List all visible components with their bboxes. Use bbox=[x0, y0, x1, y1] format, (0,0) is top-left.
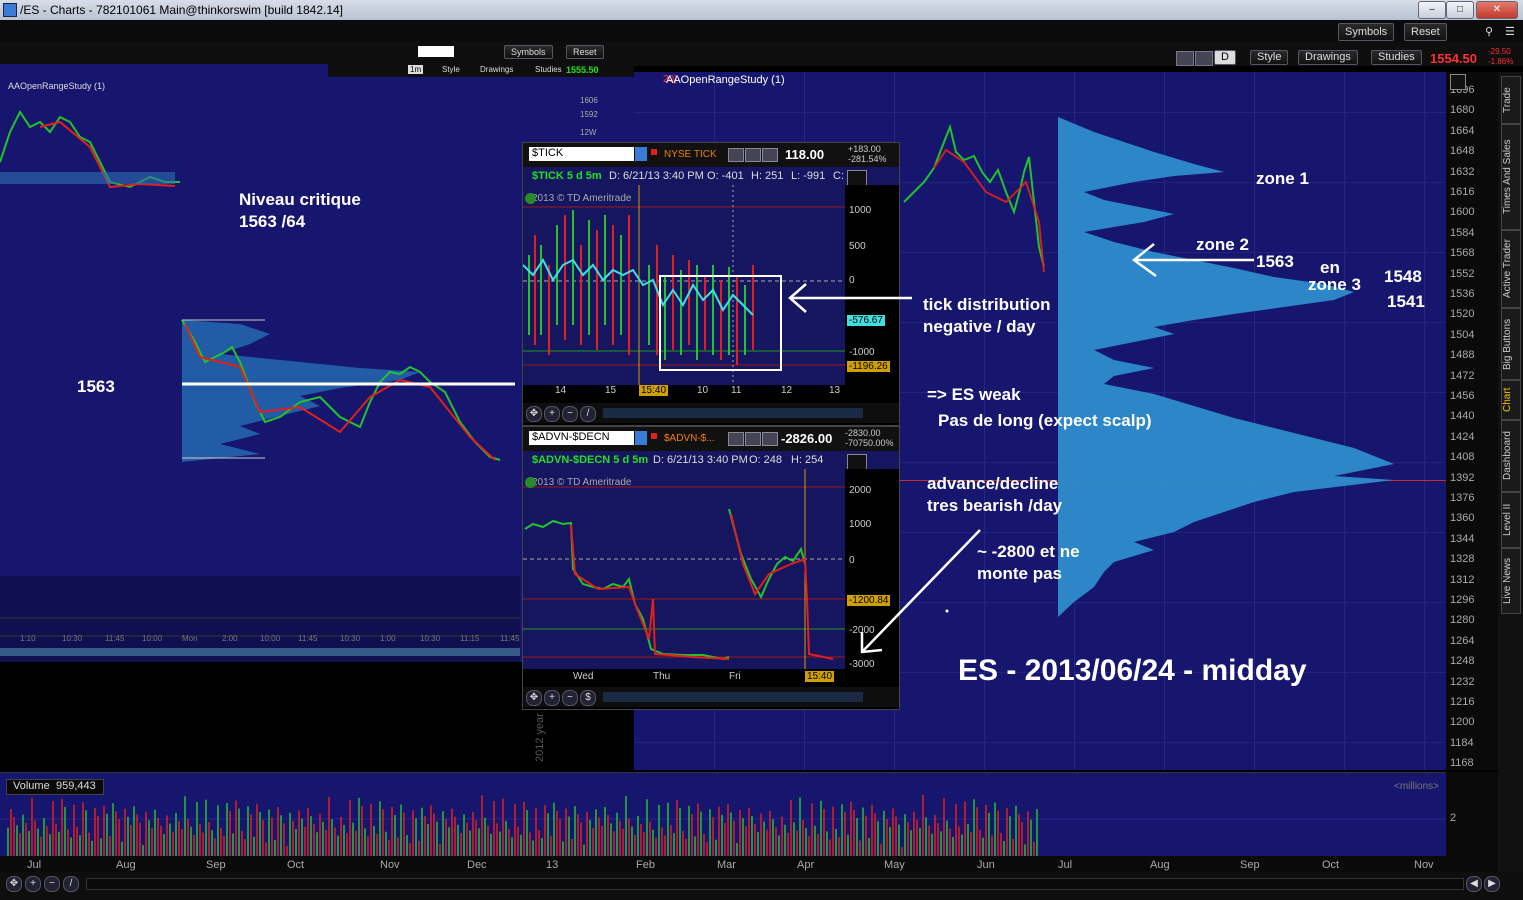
annotation-pas-de-long: Pas de long (expect scalp) bbox=[938, 411, 1152, 430]
annotation-zone2-1563: 1563 bbox=[1256, 252, 1294, 271]
volume-value: 959,443 bbox=[56, 780, 96, 792]
annotation-advance-decline: advance/decline bbox=[927, 474, 1059, 493]
side-tab-times-and-sales[interactable]: Times And Sales bbox=[1501, 124, 1521, 230]
side-tab-dashboard[interactable]: Dashboard bbox=[1501, 420, 1521, 492]
price-tick: 1248 bbox=[1450, 655, 1475, 668]
annotation-zone2: zone 2 bbox=[1196, 235, 1249, 254]
x-tick: 13 bbox=[546, 859, 559, 871]
menu-icon[interactable]: ☰ bbox=[1505, 25, 1515, 38]
price-tick: 1648 bbox=[1450, 145, 1475, 158]
price-tick: 1296 bbox=[1450, 594, 1475, 606]
volume-axis: 2 bbox=[1446, 772, 1498, 872]
annotation-niveau: Niveau critique bbox=[239, 190, 361, 209]
zoom-in-icon[interactable]: + bbox=[25, 876, 41, 892]
price-tick: 1520 bbox=[1450, 308, 1475, 321]
axis-expand-icon[interactable] bbox=[1450, 74, 1466, 90]
side-tab-trade[interactable]: Trade bbox=[1501, 76, 1521, 124]
price-tick: 1376 bbox=[1450, 492, 1475, 504]
scroll-left-icon[interactable]: ◀ bbox=[1466, 876, 1482, 892]
annotation-minus-2800: ~ -2800 et ne bbox=[977, 542, 1080, 561]
price-tick: 1408 bbox=[1450, 451, 1475, 464]
price-tick: 1184 bbox=[1450, 736, 1474, 749]
scroll-right-icon[interactable]: ▶ bbox=[1484, 876, 1500, 892]
price-tick: 1488 bbox=[1450, 349, 1475, 362]
move-icon[interactable]: ✥ bbox=[6, 876, 22, 892]
annotation-tick-distribution: tick distribution bbox=[923, 295, 1051, 314]
price-tick: 1216 bbox=[1450, 696, 1475, 708]
x-tick: Jul bbox=[27, 859, 42, 871]
close-button[interactable]: ✕ bbox=[1476, 1, 1518, 19]
side-tab-bar: Trade Times And Sales Active Trader Big But… bbox=[1498, 72, 1523, 872]
draw-line-icon[interactable]: / bbox=[63, 876, 79, 892]
side-tab-level-ii[interactable]: Level II bbox=[1501, 492, 1521, 548]
price-tick: 1616 bbox=[1450, 186, 1475, 198]
x-tick: Jul bbox=[1058, 859, 1073, 871]
change-pct: -1.86% bbox=[1488, 57, 1514, 66]
x-tick: Aug bbox=[116, 859, 136, 871]
price-tick: 1328 bbox=[1450, 553, 1475, 566]
price-tick: 1280 bbox=[1450, 614, 1475, 627]
annotation-es-weak: => ES weak bbox=[927, 385, 1021, 404]
annotation-zone1: zone 1 bbox=[1256, 169, 1309, 188]
volume-label: Volume bbox=[13, 780, 50, 792]
x-tick: Dec bbox=[467, 859, 487, 871]
price-tick: 1360 bbox=[1450, 512, 1475, 525]
change-abs: -29.50 bbox=[1488, 47, 1511, 56]
x-tick: Sep bbox=[1240, 859, 1260, 871]
price-tick: 1392 bbox=[1450, 471, 1475, 484]
annotation-title: ES - 2013/06/24 - midday bbox=[958, 654, 1307, 687]
side-tab-chart[interactable]: Chart bbox=[1501, 380, 1521, 420]
price-tick: 1424 bbox=[1450, 430, 1475, 443]
zoom-out-icon[interactable]: − bbox=[44, 876, 60, 892]
price-tick: 1680 bbox=[1450, 104, 1475, 117]
x-tick: Jun bbox=[977, 859, 995, 871]
price-tick: 1600 bbox=[1450, 206, 1475, 219]
side-tab-active-trader[interactable]: Active Trader bbox=[1501, 230, 1521, 308]
volume-unit: <millions> bbox=[1394, 781, 1440, 792]
price-tick: 1200 bbox=[1450, 716, 1475, 729]
price-tick: 1504 bbox=[1450, 328, 1475, 341]
price-tick: 1536 bbox=[1450, 288, 1475, 300]
volume-tick: 2 bbox=[1450, 812, 1457, 824]
annotation-1548: 1548 bbox=[1384, 267, 1422, 286]
price-tick: 1568 bbox=[1450, 247, 1475, 260]
annotation-tick-negative: negative / day bbox=[923, 317, 1036, 336]
x-tick: Nov bbox=[380, 859, 400, 871]
price-tick: 1440 bbox=[1450, 410, 1475, 423]
price-tick: 1232 bbox=[1450, 675, 1475, 688]
price-tick: 1552 bbox=[1450, 267, 1475, 280]
annotation-monte-pas: monte pas bbox=[977, 564, 1063, 583]
annotation-zone3: zone 3 bbox=[1308, 275, 1361, 294]
x-tick: Mar bbox=[717, 859, 736, 871]
annotation-1563-left: 1563 bbox=[77, 377, 115, 396]
price-tick: 1584 bbox=[1450, 226, 1475, 239]
x-tick: Feb bbox=[636, 859, 655, 871]
price-tick: 1312 bbox=[1450, 573, 1475, 586]
main-scrollbar[interactable] bbox=[86, 878, 1464, 890]
price-tick: 1344 bbox=[1450, 532, 1475, 545]
x-tick: Sep bbox=[206, 859, 226, 871]
annotation-tres-bearish: tres bearish /day bbox=[927, 496, 1063, 515]
price-tick: 1664 bbox=[1450, 124, 1475, 137]
annotation-1541: 1541 bbox=[1387, 292, 1425, 311]
x-tick: May bbox=[884, 859, 905, 871]
price-tick: 1472 bbox=[1450, 369, 1475, 382]
pin-icon[interactable]: ⚲ bbox=[1485, 25, 1493, 38]
x-tick: Oct bbox=[1322, 859, 1340, 871]
x-tick: Nov bbox=[1414, 859, 1434, 871]
price-tick: 1264 bbox=[1450, 634, 1475, 647]
price-tick: 1456 bbox=[1450, 390, 1475, 402]
side-tab-live-news[interactable]: Live News bbox=[1501, 548, 1521, 614]
x-tick: Apr bbox=[797, 859, 815, 871]
side-tab-big-buttons[interactable]: Big Buttons bbox=[1501, 308, 1521, 380]
price-axis[interactable]: 1696 1680 1664 1648 1632 1616 1600 1584 1568 1552… bbox=[1446, 72, 1498, 770]
x-tick: Aug bbox=[1150, 859, 1170, 871]
x-tick: Oct bbox=[287, 859, 305, 871]
maximize-button[interactable]: □ bbox=[1446, 1, 1474, 19]
annotation-niveau-value: 1563 /64 bbox=[239, 212, 306, 231]
price-tick: 1168 bbox=[1450, 757, 1474, 770]
price-tick: 1632 bbox=[1450, 165, 1475, 178]
